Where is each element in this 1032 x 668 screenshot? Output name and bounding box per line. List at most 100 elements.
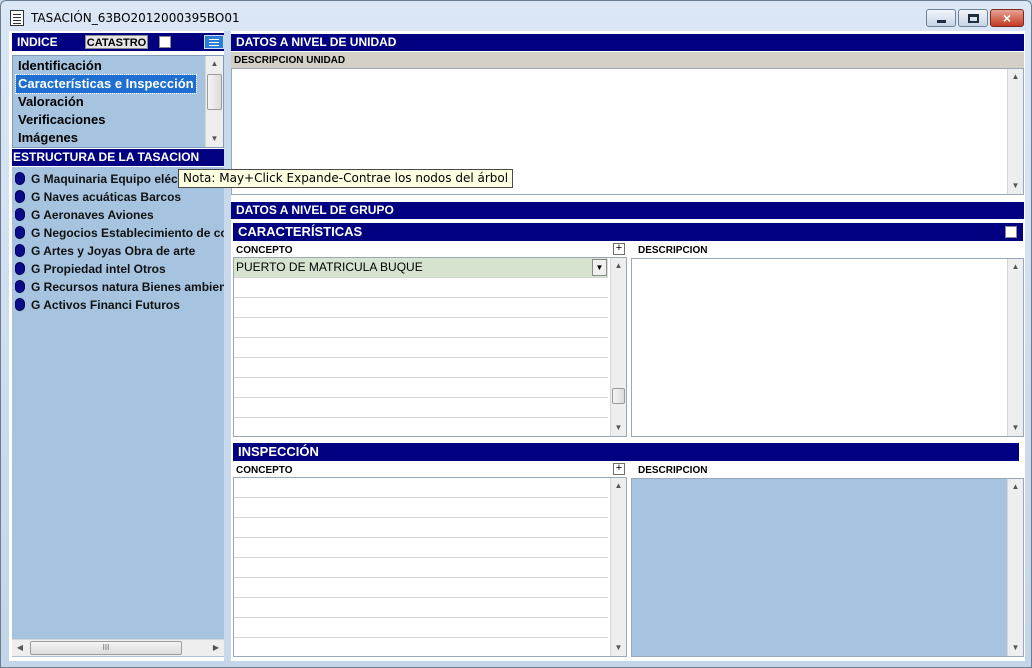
caracteristicas-scrollbar[interactable]: ▲ ▼ (610, 258, 626, 436)
unidad-header: DATOS A NIVEL DE UNIDAD (231, 34, 1024, 51)
indice-title: INDICE (17, 35, 58, 49)
close-icon: × (1002, 10, 1012, 26)
scroll-down-icon[interactable]: ▼ (1008, 420, 1023, 436)
caracteristicas-add-button[interactable]: + (613, 243, 625, 255)
maximize-button[interactable] (958, 9, 988, 27)
indice-item-identificacion[interactable]: Identificación (16, 57, 104, 75)
scroll-down-icon[interactable]: ▼ (206, 131, 223, 147)
node-icon (15, 172, 25, 185)
table-row[interactable]: PUERTO DE MATRICULA BUQUE ▼ (234, 258, 608, 278)
estructura-header: ESTRUCTURA DE LA TASACION (12, 149, 224, 166)
inspeccion-grid[interactable]: ▲ ▼ (233, 477, 627, 657)
minimize-button[interactable] (926, 9, 956, 27)
tree-node[interactable]: G Aeronaves Aviones (15, 206, 154, 224)
table-row[interactable] (234, 298, 608, 318)
node-icon (15, 208, 25, 221)
tree-node[interactable]: G Artes y Joyas Obra de arte (15, 242, 195, 260)
inspeccion-descripcion-label: DESCRIPCION (638, 465, 708, 476)
scroll-thumb[interactable] (207, 74, 222, 110)
node-icon (15, 244, 25, 257)
tree-node[interactable]: G Negocios Establecimiento de co (15, 224, 224, 242)
inspeccion-scrollbar[interactable]: ▲ ▼ (610, 478, 626, 656)
indice-item-caracteristicas[interactable]: Características e Inspección (15, 74, 197, 94)
scroll-up-icon[interactable]: ▲ (611, 258, 626, 274)
tree-node-label: G Propiedad intel Otros (31, 262, 166, 276)
table-row[interactable] (234, 338, 608, 358)
scroll-up-icon[interactable]: ▲ (206, 56, 223, 72)
table-row[interactable] (234, 498, 608, 518)
tree-node-label: G Aeronaves Aviones (31, 208, 154, 222)
estructura-tree[interactable]: G Maquinaria Equipo eléct G Naves acuáti… (12, 167, 224, 657)
tree-node-label: G Negocios Establecimiento de co (31, 226, 224, 240)
inspeccion-add-button[interactable]: + (613, 463, 625, 475)
node-icon (15, 226, 25, 239)
client-area: INDICE CATASTRO Identificación Caracterí… (9, 31, 1025, 661)
close-button[interactable]: × (990, 9, 1024, 27)
list-view-icon[interactable] (204, 35, 224, 49)
scroll-left-icon[interactable]: ◀ (12, 640, 28, 656)
unidad-title: DATOS A NIVEL DE UNIDAD (236, 35, 397, 49)
descripcion-scrollbar[interactable]: ▲ ▼ (1007, 479, 1023, 656)
caracteristicas-descripcion-field[interactable]: ▲ ▼ (631, 258, 1024, 437)
table-row[interactable] (234, 358, 608, 378)
indice-item-valoracion[interactable]: Valoración (16, 93, 86, 111)
tree-hscrollbar[interactable]: ◀ III ▶ (12, 639, 224, 656)
indice-item-imagenes[interactable]: Imágenes (16, 129, 80, 147)
tree-node-label: G Artes y Joyas Obra de arte (31, 244, 196, 258)
table-row[interactable] (234, 398, 608, 418)
caracteristicas-grid[interactable]: PUERTO DE MATRICULA BUQUE ▼ ▲ ▼ (233, 257, 627, 437)
inspeccion-descripcion-field[interactable]: ▲ ▼ (631, 478, 1024, 657)
document-icon (10, 10, 24, 26)
scroll-up-icon[interactable]: ▲ (1008, 479, 1023, 495)
inspeccion-title: INSPECCIÓN (238, 444, 319, 459)
tree-node[interactable]: G Naves acuáticas Barcos (15, 188, 181, 206)
scroll-up-icon[interactable]: ▲ (1008, 69, 1023, 85)
catastro-button[interactable]: CATASTRO (85, 35, 148, 49)
descripcion-unidad-label: DESCRIPCION UNIDAD (231, 52, 1024, 68)
tree-node-label: G Recursos natura Bienes ambien (31, 280, 224, 294)
scroll-down-icon[interactable]: ▼ (1008, 640, 1023, 656)
pane-splitter[interactable] (224, 31, 231, 661)
chevron-down-icon[interactable]: ▼ (592, 259, 607, 276)
caracteristicas-checkbox[interactable] (1005, 226, 1017, 238)
tree-node[interactable]: G Maquinaria Equipo eléct (15, 170, 182, 188)
tree-node[interactable]: G Activos Financi Futuros (15, 296, 180, 314)
scroll-down-icon[interactable]: ▼ (611, 420, 626, 436)
tree-node[interactable]: G Recursos natura Bienes ambien (15, 278, 224, 296)
scroll-up-icon[interactable]: ▲ (1008, 259, 1023, 275)
indice-list[interactable]: Identificación Características e Inspecc… (12, 55, 224, 148)
scroll-thumb[interactable]: III (30, 641, 182, 655)
tree-node-label: G Maquinaria Equipo eléct (31, 172, 182, 186)
table-row[interactable] (234, 278, 608, 298)
scroll-up-icon[interactable]: ▲ (611, 478, 626, 494)
descripcion-scrollbar[interactable]: ▲ ▼ (1007, 259, 1023, 436)
table-row[interactable] (234, 558, 608, 578)
table-row[interactable] (234, 318, 608, 338)
caracteristicas-title: CARACTERÍSTICAS (238, 224, 363, 239)
grupo-title: DATOS A NIVEL DE GRUPO (236, 203, 394, 217)
table-row[interactable] (234, 378, 608, 398)
table-row[interactable] (234, 538, 608, 558)
tree-node-label: G Naves acuáticas Barcos (31, 190, 182, 204)
table-row[interactable] (234, 478, 608, 498)
tree-node[interactable]: G Propiedad intel Otros (15, 260, 166, 278)
tree-tooltip: Nota: May+Click Expande-Contrae los nodo… (178, 169, 514, 188)
indice-scrollbar[interactable]: ▲ ▼ (205, 56, 223, 147)
tree-node-label: G Activos Financi Futuros (31, 298, 180, 312)
inspeccion-concepto-label: CONCEPTO (236, 465, 293, 476)
catastro-checkbox[interactable] (159, 36, 171, 48)
scroll-down-icon[interactable]: ▼ (1008, 178, 1023, 194)
table-row[interactable] (234, 598, 608, 618)
table-row[interactable] (234, 518, 608, 538)
concepto-cell[interactable]: PUERTO DE MATRICULA BUQUE (236, 260, 423, 274)
caracteristicas-concepto-label: CONCEPTO (236, 245, 293, 256)
table-row[interactable] (234, 578, 608, 598)
title-bar[interactable]: TASACIÓN_63BO2012000395BO01 × (1, 1, 1031, 31)
table-row[interactable] (234, 618, 608, 638)
indice-item-verificaciones[interactable]: Verificaciones (16, 111, 107, 129)
scroll-down-icon[interactable]: ▼ (611, 640, 626, 656)
scroll-right-icon[interactable]: ▶ (208, 640, 224, 656)
inspeccion-header: INSPECCIÓN (233, 443, 1019, 461)
scroll-thumb[interactable] (612, 388, 625, 404)
descripcion-unidad-scrollbar[interactable]: ▲ ▼ (1007, 69, 1023, 194)
